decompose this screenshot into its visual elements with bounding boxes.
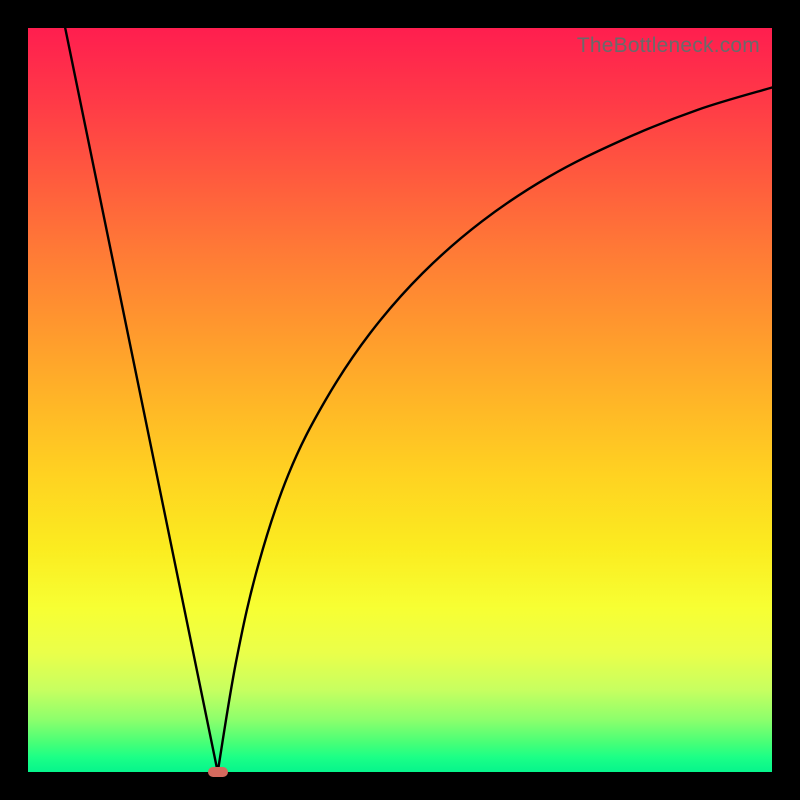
plot-area: TheBottleneck.com — [28, 28, 772, 772]
bottleneck-curve — [28, 28, 772, 772]
curve-path — [65, 28, 772, 772]
chart-frame: TheBottleneck.com — [0, 0, 800, 800]
min-marker — [208, 767, 228, 777]
